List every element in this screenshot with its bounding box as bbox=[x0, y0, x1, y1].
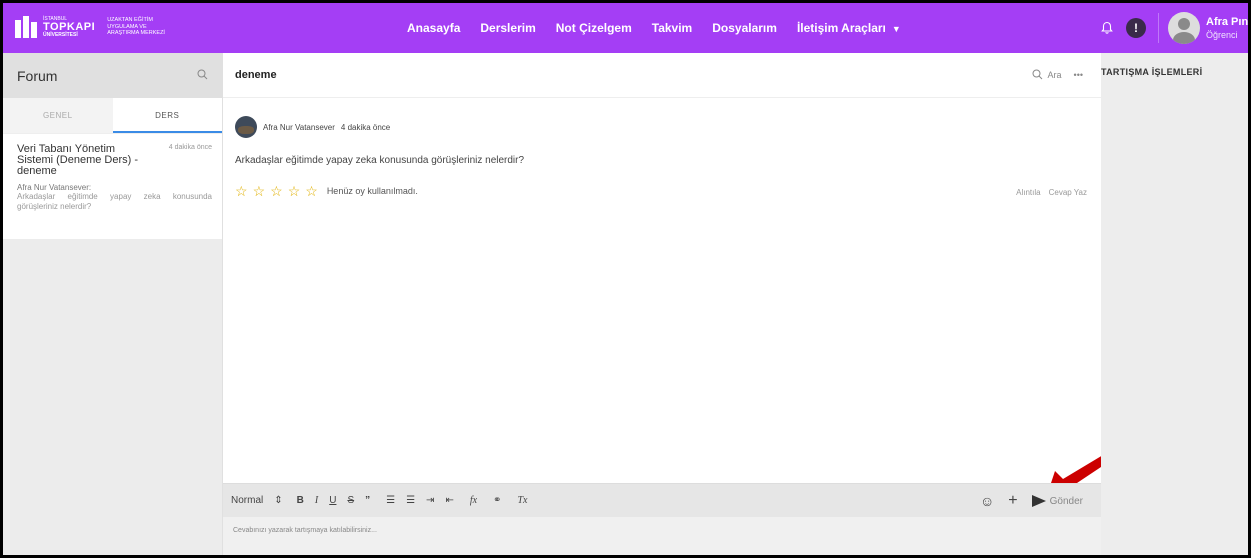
strikethrough-icon[interactable]: S bbox=[347, 495, 354, 506]
topic-search-button[interactable]: Ara bbox=[1032, 69, 1062, 80]
plus-icon[interactable]: + bbox=[1008, 492, 1017, 510]
outdent-icon[interactable]: ⇤ bbox=[445, 495, 453, 506]
topic-search-label: Ara bbox=[1047, 69, 1062, 80]
send-button[interactable]: Gönder bbox=[1031, 495, 1083, 507]
post-body: Arkadaşlar eğitimde yapay zeka konusunda… bbox=[235, 155, 525, 166]
more-options-icon[interactable]: ••• bbox=[1074, 70, 1083, 80]
nav-item-files[interactable]: Dosyalarım bbox=[712, 21, 777, 35]
logo-subtitle: UZAKTAN EĞİTİM UYGULAMA VE ARAŞTIRMA MER… bbox=[107, 17, 165, 37]
bullet-list-icon[interactable]: ☰ bbox=[406, 495, 415, 506]
topic-title: deneme bbox=[235, 69, 277, 81]
main-nav: Anasayfa Derslerim Not Çizelgem Takvim D… bbox=[407, 3, 921, 53]
nav-item-grades[interactable]: Not Çizelgem bbox=[556, 21, 632, 35]
discussion-operations-panel: TARTIŞMA İŞLEMLERİ bbox=[1101, 53, 1248, 555]
nav-item-communication[interactable]: İletişim Araçları ▼ bbox=[797, 21, 901, 35]
star-icon[interactable]: ☆ bbox=[305, 184, 318, 198]
thread-list-item[interactable]: Veri Tabanı Yönetim Sistemi (Deneme Ders… bbox=[3, 133, 222, 239]
discussion-panel: deneme Ara ••• Afra Nur Vatansever 4 dak… bbox=[223, 53, 1119, 555]
university-logo[interactable]: İSTANBUL TOPKAPI ÜNİVERSİTESİ UZAKTAN EĞ… bbox=[15, 15, 165, 39]
editor-toolbar: Normal ⇕ B I U S ” ☰ ☰ ⇥ ⇤ fx ⚭ Tx ☺ + G… bbox=[223, 483, 1101, 517]
clear-format-icon[interactable]: Tx bbox=[517, 495, 527, 506]
forum-tabs: GENEL DERS bbox=[3, 98, 222, 133]
send-icon bbox=[1031, 495, 1046, 507]
user-menu[interactable]: Afra Pınar Öğrenci bbox=[1206, 16, 1248, 40]
user-area: ! Afra Pınar Öğrenci bbox=[1100, 3, 1248, 53]
topic-header: deneme Ara ••• bbox=[223, 53, 1101, 98]
forum-title: Forum bbox=[17, 67, 58, 84]
indent-icon[interactable]: ⇥ bbox=[426, 495, 434, 506]
nav-item-courses[interactable]: Derslerim bbox=[480, 21, 535, 35]
search-icon bbox=[1032, 69, 1042, 80]
quote-icon[interactable]: ” bbox=[365, 495, 370, 506]
nav-item-calendar[interactable]: Takvim bbox=[652, 21, 692, 35]
thread-author: Afra Nur Vatansever: bbox=[17, 183, 92, 192]
operations-title: TARTIŞMA İŞLEMLERİ bbox=[1101, 67, 1203, 77]
quote-button[interactable]: Alıntıla bbox=[1016, 188, 1040, 197]
thread-title: Veri Tabanı Yönetim Sistemi (Deneme Ders… bbox=[17, 143, 139, 177]
vote-status: Henüz oy kullanılmadı. bbox=[326, 186, 418, 196]
thread-time: 4 dakika önce bbox=[168, 144, 212, 151]
user-role: Öğrenci bbox=[1206, 30, 1238, 40]
formula-icon[interactable]: fx bbox=[470, 495, 477, 506]
bell-icon[interactable] bbox=[1100, 21, 1114, 35]
chevron-down-icon: ▼ bbox=[891, 24, 901, 34]
logo-mark-icon bbox=[15, 16, 37, 38]
italic-icon[interactable]: I bbox=[315, 495, 318, 506]
tab-general[interactable]: GENEL bbox=[3, 98, 113, 133]
nav-item-home[interactable]: Anasayfa bbox=[407, 21, 460, 35]
reply-input[interactable]: Cevabınızı yazarak tartışmaya katılabili… bbox=[223, 517, 1101, 555]
star-icon[interactable]: ☆ bbox=[235, 184, 248, 198]
bold-icon[interactable]: B bbox=[297, 495, 304, 506]
avatar[interactable] bbox=[1168, 12, 1200, 44]
tab-course[interactable]: DERS bbox=[112, 98, 222, 133]
ordered-list-icon[interactable]: ☰ bbox=[386, 495, 395, 506]
nav-communication-label: İletişim Araçları bbox=[796, 21, 886, 35]
star-icon[interactable]: ☆ bbox=[270, 184, 283, 198]
app-window: İSTANBUL TOPKAPI ÜNİVERSİTESİ UZAKTAN EĞ… bbox=[0, 0, 1251, 558]
topic-actions: Ara ••• bbox=[1032, 69, 1083, 80]
notification-badge-icon[interactable]: ! bbox=[1126, 18, 1146, 38]
top-navbar: İSTANBUL TOPKAPI ÜNİVERSİTESİ UZAKTAN EĞ… bbox=[3, 3, 1248, 53]
emoji-icon[interactable]: ☺ bbox=[980, 493, 994, 509]
format-select[interactable]: Normal bbox=[231, 495, 263, 506]
search-icon[interactable] bbox=[197, 69, 208, 83]
star-icon[interactable]: ☆ bbox=[253, 184, 266, 198]
post-author-row: Afra Nur Vatansever 4 dakika önce bbox=[235, 116, 390, 138]
forum-sidebar: Forum GENEL DERS Veri Tabanı Yönetim Sis… bbox=[3, 53, 223, 555]
user-name: Afra Pınar bbox=[1206, 16, 1248, 28]
post-author: Afra Nur Vatansever bbox=[263, 122, 335, 132]
link-icon[interactable]: ⚭ bbox=[493, 495, 501, 506]
star-icon[interactable]: ☆ bbox=[288, 184, 301, 198]
reply-button[interactable]: Cevap Yaz bbox=[1049, 188, 1087, 197]
send-label: Gönder bbox=[1049, 495, 1083, 507]
format-select-arrow-icon[interactable]: ⇕ bbox=[274, 495, 282, 506]
post-card: Afra Nur Vatansever 4 dakika önce Arkada… bbox=[223, 98, 1101, 524]
forum-header: Forum bbox=[3, 53, 222, 98]
post-time: 4 dakika önce bbox=[340, 122, 391, 132]
avatar bbox=[235, 116, 257, 138]
logo-title: İSTANBUL TOPKAPI ÜNİVERSİTESİ bbox=[43, 16, 96, 38]
rating-stars: ☆ ☆ ☆ ☆ ☆ Henüz oy kullanılmadı. bbox=[235, 184, 418, 198]
thread-excerpt: Arkadaşlar eğitimde yapay zeka konusunda… bbox=[17, 192, 212, 211]
editor-actions: ☺ + Gönder bbox=[980, 484, 1083, 518]
post-actions: Alıntıla Cevap Yaz bbox=[1016, 188, 1087, 197]
underline-icon[interactable]: U bbox=[329, 495, 336, 506]
